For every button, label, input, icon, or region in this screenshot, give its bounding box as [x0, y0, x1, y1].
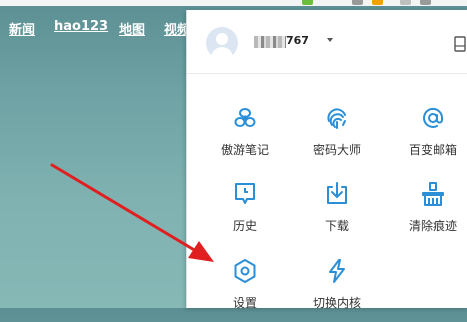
menu-item-notes[interactable]: 傲游笔记 [195, 105, 295, 169]
nav-link-news[interactable]: 新闻 [9, 19, 35, 38]
menu-item-switch-kernel[interactable]: 切换内核 [287, 258, 387, 322]
clear-traces-icon [422, 182, 444, 206]
menu-item-label: 下载 [324, 219, 349, 233]
window-icon[interactable] [420, 0, 431, 5]
email-at-icon [423, 107, 444, 128]
menu-item-label: 百变邮箱 [408, 143, 457, 157]
folder-icon[interactable] [372, 0, 383, 5]
avatar-head-shape [216, 33, 228, 45]
menu-item-label: 密码大师 [312, 143, 361, 157]
extension-icon[interactable] [302, 0, 313, 5]
menu-item-download[interactable]: 下载 [287, 181, 387, 245]
menu-item-history[interactable]: 历史 [195, 181, 295, 245]
menu-item-email[interactable]: 百变邮箱 [383, 105, 467, 169]
notes-icon [234, 108, 256, 127]
menu-item-settings[interactable]: 设置 [195, 258, 295, 322]
settings-gear-icon [234, 259, 256, 283]
menu-item-label: 切换内核 [312, 296, 361, 310]
divider [187, 73, 467, 74]
menu-item-label: 傲游笔记 [220, 143, 269, 157]
switch-kernel-icon [329, 259, 345, 283]
menu-item-password-master[interactable]: 密码大师 [287, 105, 387, 169]
avatar-body-shape [211, 47, 233, 59]
menu-item-label: 历史 [232, 219, 257, 233]
browser-menu-panel: 767 傲游笔记 密码大师 百变邮箱 历史 下载 清除痕迹 设置 切换内核 [186, 10, 467, 310]
toolbar-icons [290, 0, 467, 6]
device-icon[interactable] [454, 36, 466, 52]
tool-icon[interactable] [352, 0, 363, 5]
nav-link-map[interactable]: 地图 [119, 19, 145, 38]
username-redacted [254, 36, 286, 48]
history-icon [235, 183, 255, 204]
download-icon [327, 182, 347, 204]
nav-link-hao123[interactable]: hao123 [54, 19, 108, 34]
menu-item-label: 设置 [232, 296, 257, 310]
menu-item-clear-traces[interactable]: 清除痕迹 [383, 181, 467, 245]
avatar[interactable] [206, 27, 238, 59]
menu-icon[interactable] [400, 0, 411, 5]
chevron-down-icon[interactable] [327, 38, 333, 42]
menu-item-label: 清除痕迹 [408, 219, 457, 233]
fingerprint-icon [327, 108, 346, 129]
username-suffix[interactable]: 767 [286, 34, 309, 47]
